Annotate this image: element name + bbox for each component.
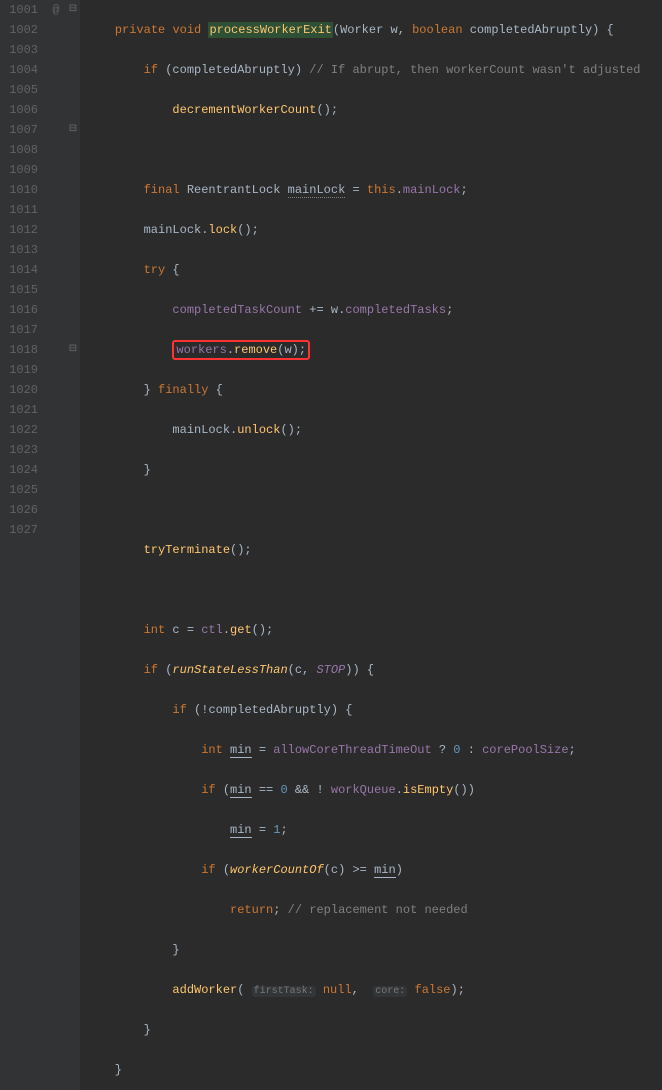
line-number: 1019 bbox=[6, 360, 38, 380]
line-number: 1007 bbox=[6, 120, 38, 140]
code-line[interactable]: if (!completedAbruptly) { bbox=[86, 700, 641, 720]
highlighted-statement: workers.remove(w); bbox=[172, 340, 310, 360]
line-number-gutter: 1001 1002 1003 1004 1005 1006 1007 1008 … bbox=[0, 0, 46, 1090]
line-number: 1002 bbox=[6, 20, 38, 40]
line-number: 1020 bbox=[6, 380, 38, 400]
code-line[interactable]: private void processWorkerExit(Worker w,… bbox=[86, 20, 641, 40]
line-number: 1023 bbox=[6, 440, 38, 460]
code-line[interactable]: completedTaskCount += w.completedTasks; bbox=[86, 300, 641, 320]
fold-toggle[interactable]: ⊟ bbox=[66, 340, 80, 360]
code-editor[interactable]: 1001 1002 1003 1004 1005 1006 1007 1008 … bbox=[0, 0, 662, 1090]
line-number: 1013 bbox=[6, 240, 38, 260]
code-line[interactable]: if (workerCountOf(c) >= min) bbox=[86, 860, 641, 880]
code-line[interactable] bbox=[86, 140, 641, 160]
line-number: 1014 bbox=[6, 260, 38, 280]
line-number: 1008 bbox=[6, 140, 38, 160]
fold-gutter: ⊟ ⊟ ⊟ bbox=[66, 0, 80, 1090]
line-number: 1016 bbox=[6, 300, 38, 320]
line-number: 1027 bbox=[6, 520, 38, 540]
code-line[interactable]: int c = ctl.get(); bbox=[86, 620, 641, 640]
override-marker[interactable]: @ bbox=[46, 0, 66, 20]
line-number: 1026 bbox=[6, 500, 38, 520]
annotation-gutter: @ bbox=[46, 0, 66, 1090]
param-hint: core: bbox=[373, 986, 407, 997]
code-line[interactable]: final ReentrantLock mainLock = this.main… bbox=[86, 180, 641, 200]
code-line[interactable]: if (completedAbruptly) // If abrupt, the… bbox=[86, 60, 641, 80]
line-number: 1024 bbox=[6, 460, 38, 480]
line-number: 1009 bbox=[6, 160, 38, 180]
code-line[interactable]: } bbox=[86, 460, 641, 480]
line-number: 1003 bbox=[6, 40, 38, 60]
line-number: 1001 bbox=[6, 0, 38, 20]
code-line[interactable]: int min = allowCoreThreadTimeOut ? 0 : c… bbox=[86, 740, 641, 760]
code-line[interactable]: if (min == 0 && ! workQueue.isEmpty()) bbox=[86, 780, 641, 800]
code-line[interactable]: try { bbox=[86, 260, 641, 280]
fold-toggle[interactable]: ⊟ bbox=[66, 0, 80, 20]
code-line[interactable]: mainLock.lock(); bbox=[86, 220, 641, 240]
code-line[interactable]: } bbox=[86, 940, 641, 960]
line-number: 1004 bbox=[6, 60, 38, 80]
method-name: processWorkerExit bbox=[208, 22, 332, 38]
line-number: 1025 bbox=[6, 480, 38, 500]
code-line[interactable]: decrementWorkerCount(); bbox=[86, 100, 641, 120]
line-number: 1010 bbox=[6, 180, 38, 200]
line-number: 1006 bbox=[6, 100, 38, 120]
line-number: 1005 bbox=[6, 80, 38, 100]
code-line[interactable] bbox=[86, 500, 641, 520]
line-number: 1011 bbox=[6, 200, 38, 220]
code-line[interactable]: return; // replacement not needed bbox=[86, 900, 641, 920]
code-line[interactable]: } bbox=[86, 1020, 641, 1040]
code-area[interactable]: private void processWorkerExit(Worker w,… bbox=[80, 0, 641, 1090]
code-line[interactable]: } finally { bbox=[86, 380, 641, 400]
param-hint: firstTask: bbox=[252, 986, 316, 997]
code-line[interactable]: } bbox=[86, 1060, 641, 1080]
fold-toggle[interactable]: ⊟ bbox=[66, 120, 80, 140]
line-number: 1018 bbox=[6, 340, 38, 360]
code-line[interactable]: workers.remove(w); bbox=[86, 340, 641, 360]
line-number: 1012 bbox=[6, 220, 38, 240]
line-number: 1022 bbox=[6, 420, 38, 440]
code-line[interactable] bbox=[86, 580, 641, 600]
code-line[interactable]: mainLock.unlock(); bbox=[86, 420, 641, 440]
code-line[interactable]: min = 1; bbox=[86, 820, 641, 840]
line-number: 1015 bbox=[6, 280, 38, 300]
line-number: 1021 bbox=[6, 400, 38, 420]
line-number: 1017 bbox=[6, 320, 38, 340]
code-line[interactable]: addWorker( firstTask: null, core: false)… bbox=[86, 980, 641, 1000]
code-line[interactable]: tryTerminate(); bbox=[86, 540, 641, 560]
code-line[interactable]: if (runStateLessThan(c, STOP)) { bbox=[86, 660, 641, 680]
